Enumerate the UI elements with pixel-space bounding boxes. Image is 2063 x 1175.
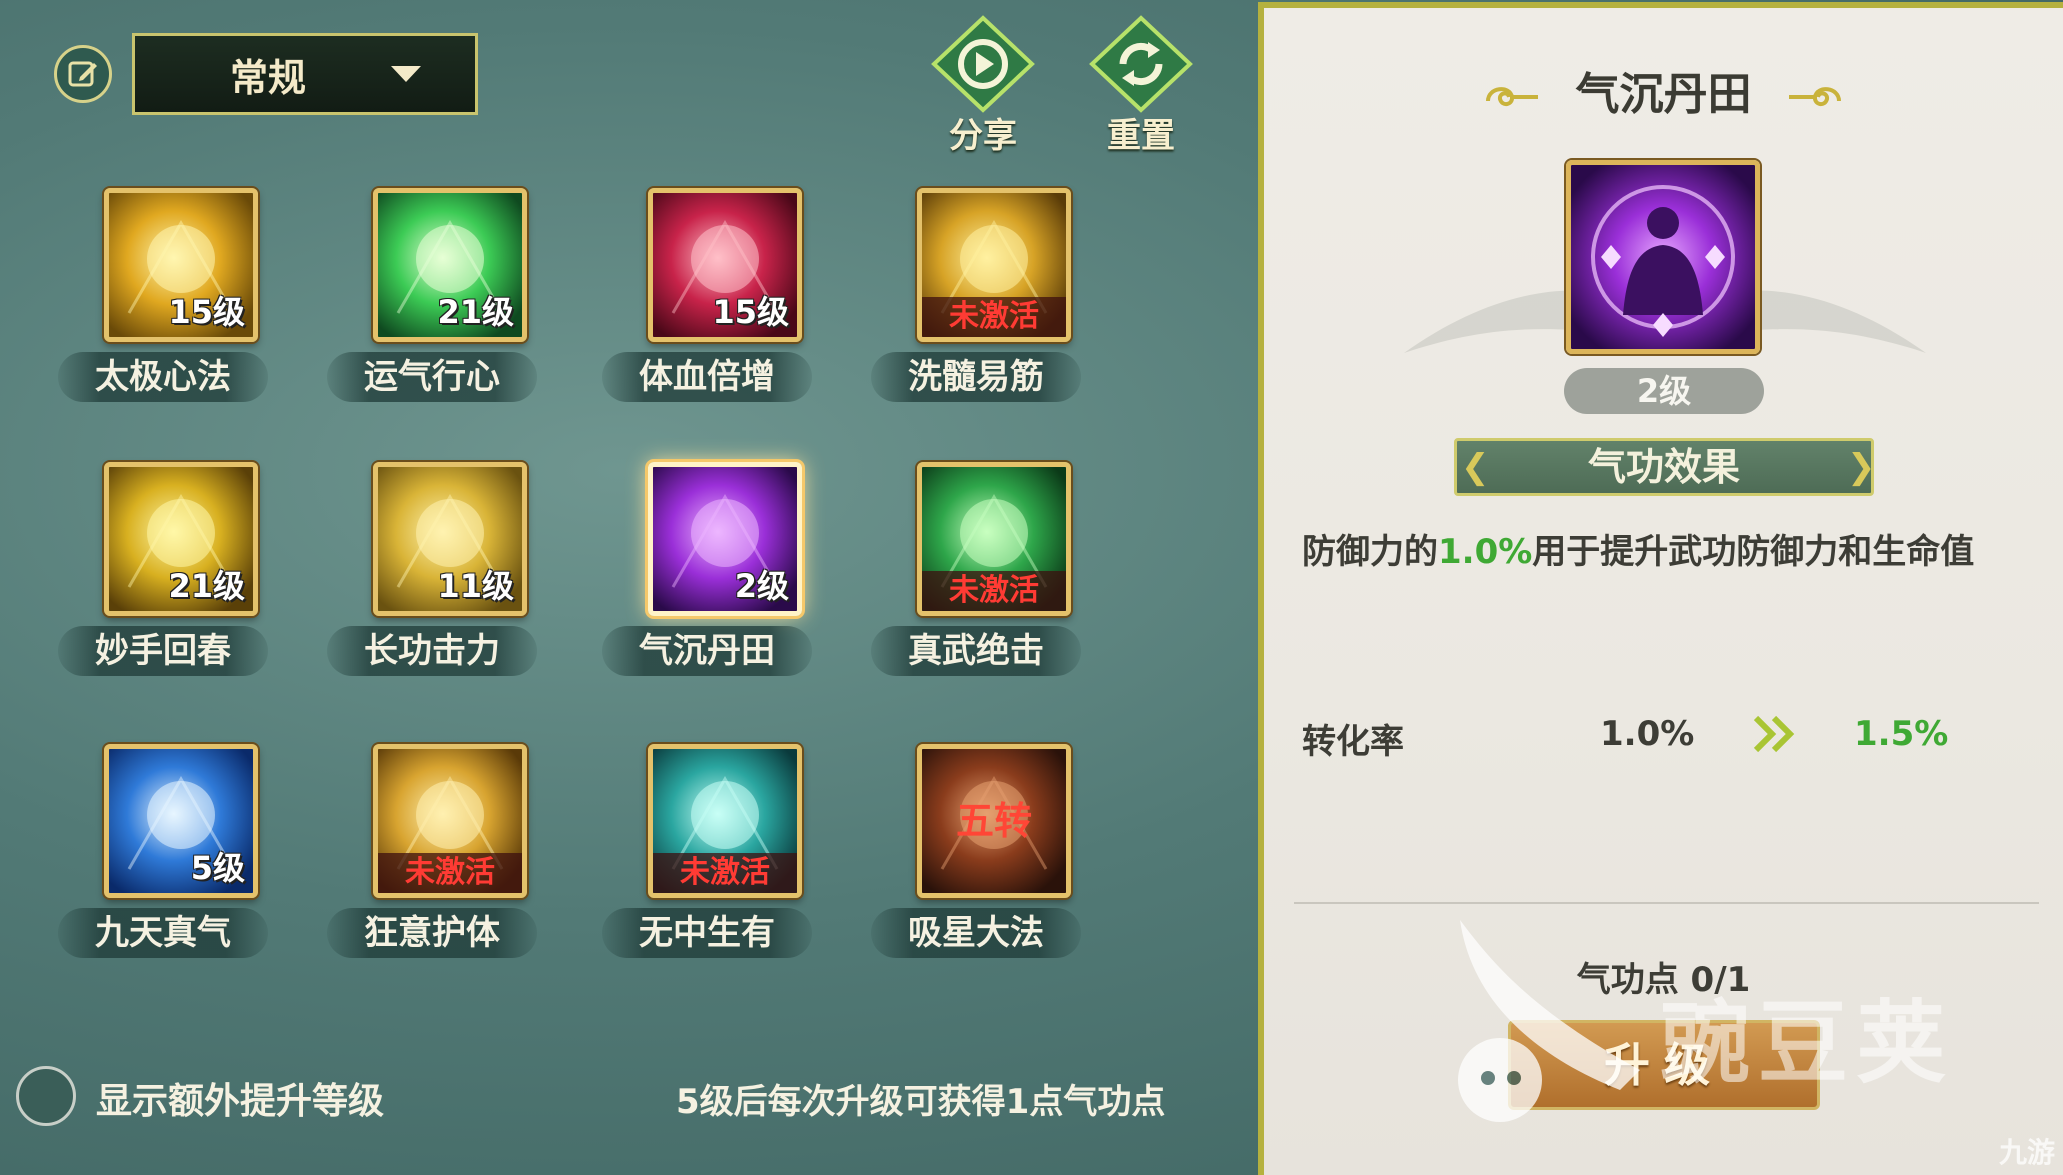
skill-name: 吸星大法: [871, 908, 1081, 958]
skill-name: 长功击力: [327, 626, 537, 676]
skill-icon-frame: 未激活: [917, 188, 1071, 342]
toggle-label: 显示额外提升等级: [96, 1081, 385, 1122]
skill-status: 五转: [955, 799, 1032, 843]
skill-card[interactable]: 五转吸星大法: [871, 744, 1081, 984]
skill-level: 21级: [168, 567, 245, 605]
skill-grid-panel: 常规 分享 重置 15级 太极心法 21级 运气行心 15级 体血倍增 未激活 洗髓易筋 21级…: [0, 0, 1255, 1175]
skill-card[interactable]: 未激活真武绝击: [871, 462, 1081, 702]
skill-card[interactable]: 未激活无中生有: [602, 744, 812, 984]
reset-button[interactable]: 重置: [1086, 14, 1196, 157]
skill-level: 15级: [168, 293, 245, 331]
skill-icon-frame: 五转: [917, 744, 1071, 898]
skill-level: 21级: [437, 293, 514, 331]
double-chevron-right-icon: [1753, 715, 1795, 753]
reset-label: 重置: [1107, 116, 1175, 156]
skill-name: 气沉丹田: [602, 626, 812, 676]
skill-level: 5级: [190, 849, 245, 887]
detail-title: 气沉丹田: [1575, 69, 1752, 120]
skill-level: 15级: [712, 293, 789, 331]
skill-card[interactable]: 15级体血倍增: [602, 188, 812, 428]
description-value: 1.0%: [1438, 532, 1533, 572]
skill-level: 11级: [437, 567, 514, 605]
cloud-ornament-right-icon: [1788, 87, 1841, 106]
description-prefix: 防御力的: [1302, 532, 1438, 572]
watermark-logo: [1458, 920, 1640, 1122]
skill-icon-frame: 11级: [373, 462, 527, 616]
scroll-cap-right-icon: ❯: [1847, 447, 1876, 487]
scroll-cap-left-icon: ❮: [1461, 447, 1490, 487]
reset-icon: [1089, 15, 1193, 113]
cloud-ornament-left-icon: [1486, 87, 1539, 106]
skill-icon-frame: 未激活: [373, 744, 527, 898]
skill-card[interactable]: 21级妙手回春: [58, 462, 268, 702]
skill-icon-frame: 21级: [104, 462, 258, 616]
rate-current: 1.0%: [1600, 714, 1695, 754]
skill-card[interactable]: 未激活狂意护体: [327, 744, 537, 984]
skill-name: 妙手回春: [58, 626, 268, 676]
chevron-down-icon: [391, 66, 421, 82]
skill-name: 运气行心: [327, 352, 537, 402]
skill-icon-frame: 15级: [104, 188, 258, 342]
divider: [1294, 902, 2039, 904]
detail-level-badge: 2级: [1564, 368, 1764, 414]
share-button[interactable]: 分享: [928, 14, 1038, 157]
skill-name: 狂意护体: [327, 908, 537, 958]
edit-button[interactable]: [54, 45, 112, 103]
corner-watermark-text: 九游: [1998, 1136, 2055, 1169]
skill-name: 洗髓易筋: [871, 352, 1081, 402]
detail-title-row: 气沉丹田: [1264, 58, 2063, 122]
skill-status: 未激活: [378, 853, 522, 893]
share-label: 分享: [949, 116, 1017, 156]
skill-status: 未激活: [922, 297, 1066, 337]
skill-card[interactable]: 21级运气行心: [327, 188, 537, 428]
skill-icon-frame: 未激活: [917, 462, 1071, 616]
detail-skill-icon: [1566, 160, 1760, 354]
effect-header: ❮ 气功效果 ❯: [1454, 438, 1876, 496]
skill-level: 2级: [734, 567, 789, 605]
description-suffix: 用于提升武功防御力和生命值: [1532, 532, 1975, 572]
skill-status: 未激活: [653, 853, 797, 893]
skill-card[interactable]: 5级九天真气: [58, 744, 268, 984]
skill-name: 太极心法: [58, 352, 268, 402]
effect-description: 防御力的1.0%用于提升武功防御力和生命值: [1302, 524, 1974, 573]
effect-header-label: 气功效果: [1587, 445, 1740, 489]
corner-watermark: 九游: [1999, 1131, 2055, 1171]
skill-icon-frame: 21级: [373, 188, 527, 342]
skill-card[interactable]: 11级长功击力: [327, 462, 537, 702]
skill-status: 未激活: [922, 571, 1066, 611]
edit-icon: [68, 61, 97, 87]
skill-card[interactable]: 15级太极心法: [58, 188, 268, 428]
skill-icon-frame: 15级: [648, 188, 802, 342]
mode-dropdown-label: 常规: [229, 55, 306, 100]
level-hint: 5级后每次升级可获得1点气功点: [676, 1082, 1166, 1122]
rate-next: 1.5%: [1854, 714, 1949, 754]
share-icon: [931, 15, 1035, 113]
skill-name: 体血倍增: [602, 352, 812, 402]
rate-label: 转化率: [1302, 722, 1404, 762]
mode-dropdown[interactable]: 常规: [132, 33, 478, 115]
watermark-text: 豌豆荚: [1660, 991, 1954, 1096]
skill-card[interactable]: 2级气沉丹田: [602, 462, 812, 702]
skill-icon-frame: 5级: [104, 744, 258, 898]
skill-icon-frame: 未激活: [648, 744, 802, 898]
skill-name: 真武绝击: [871, 626, 1081, 676]
show-extra-level-toggle[interactable]: [16, 1066, 76, 1126]
skill-name: 九天真气: [58, 908, 268, 958]
skill-name: 无中生有: [602, 908, 812, 958]
skill-card[interactable]: 未激活洗髓易筋: [871, 188, 1081, 428]
skill-icon-frame: 2级: [648, 462, 802, 616]
